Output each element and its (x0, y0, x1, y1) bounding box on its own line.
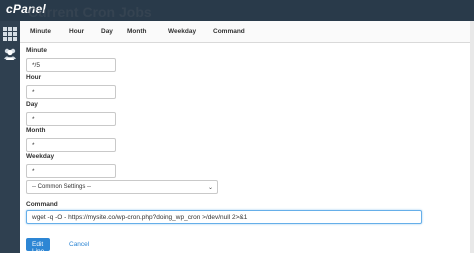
command-label: Command (26, 201, 58, 208)
column-header-row: Minute Hour Day Month Weekday Command (20, 21, 470, 43)
weekday-input[interactable]: * (26, 164, 116, 178)
sidebar (0, 21, 20, 253)
column-header-hour: Hour (69, 28, 85, 35)
day-label: Day (26, 101, 38, 108)
hour-input[interactable]: * (26, 85, 116, 99)
page-scrollbar[interactable] (470, 21, 474, 253)
column-header-weekday: Weekday (168, 28, 197, 35)
page-heading: Current Cron Jobs (28, 4, 152, 20)
chevron-down-icon: ⌄ (207, 185, 213, 191)
weekday-label: Weekday (26, 153, 55, 160)
month-label: Month (26, 127, 46, 134)
cancel-link[interactable]: Cancel (69, 241, 89, 248)
edit-line-button[interactable]: Edit Line (26, 238, 51, 253)
column-header-command: Command (213, 28, 245, 35)
minute-label: Minute (26, 47, 47, 54)
grid-icon[interactable] (3, 27, 17, 41)
hour-label: Hour (26, 74, 42, 81)
top-bar: cPanel Current Cron Jobs (0, 0, 474, 21)
main-content: Minute Hour Day Month Weekday Command Mi… (20, 21, 470, 253)
month-input[interactable]: * (26, 138, 116, 152)
common-settings-selected: -- Common Settings -- (32, 184, 92, 190)
command-input[interactable]: wget -q -O - https://mysite.co/wp-cron.p… (26, 210, 422, 224)
day-input[interactable]: * (26, 112, 116, 126)
minute-input[interactable]: */5 (26, 58, 116, 72)
column-header-minute: Minute (30, 28, 51, 35)
column-header-day: Day (101, 28, 113, 35)
users-icon[interactable] (3, 47, 17, 61)
column-header-month: Month (127, 28, 147, 35)
common-settings-select[interactable]: -- Common Settings -- ⌄ (26, 180, 218, 194)
